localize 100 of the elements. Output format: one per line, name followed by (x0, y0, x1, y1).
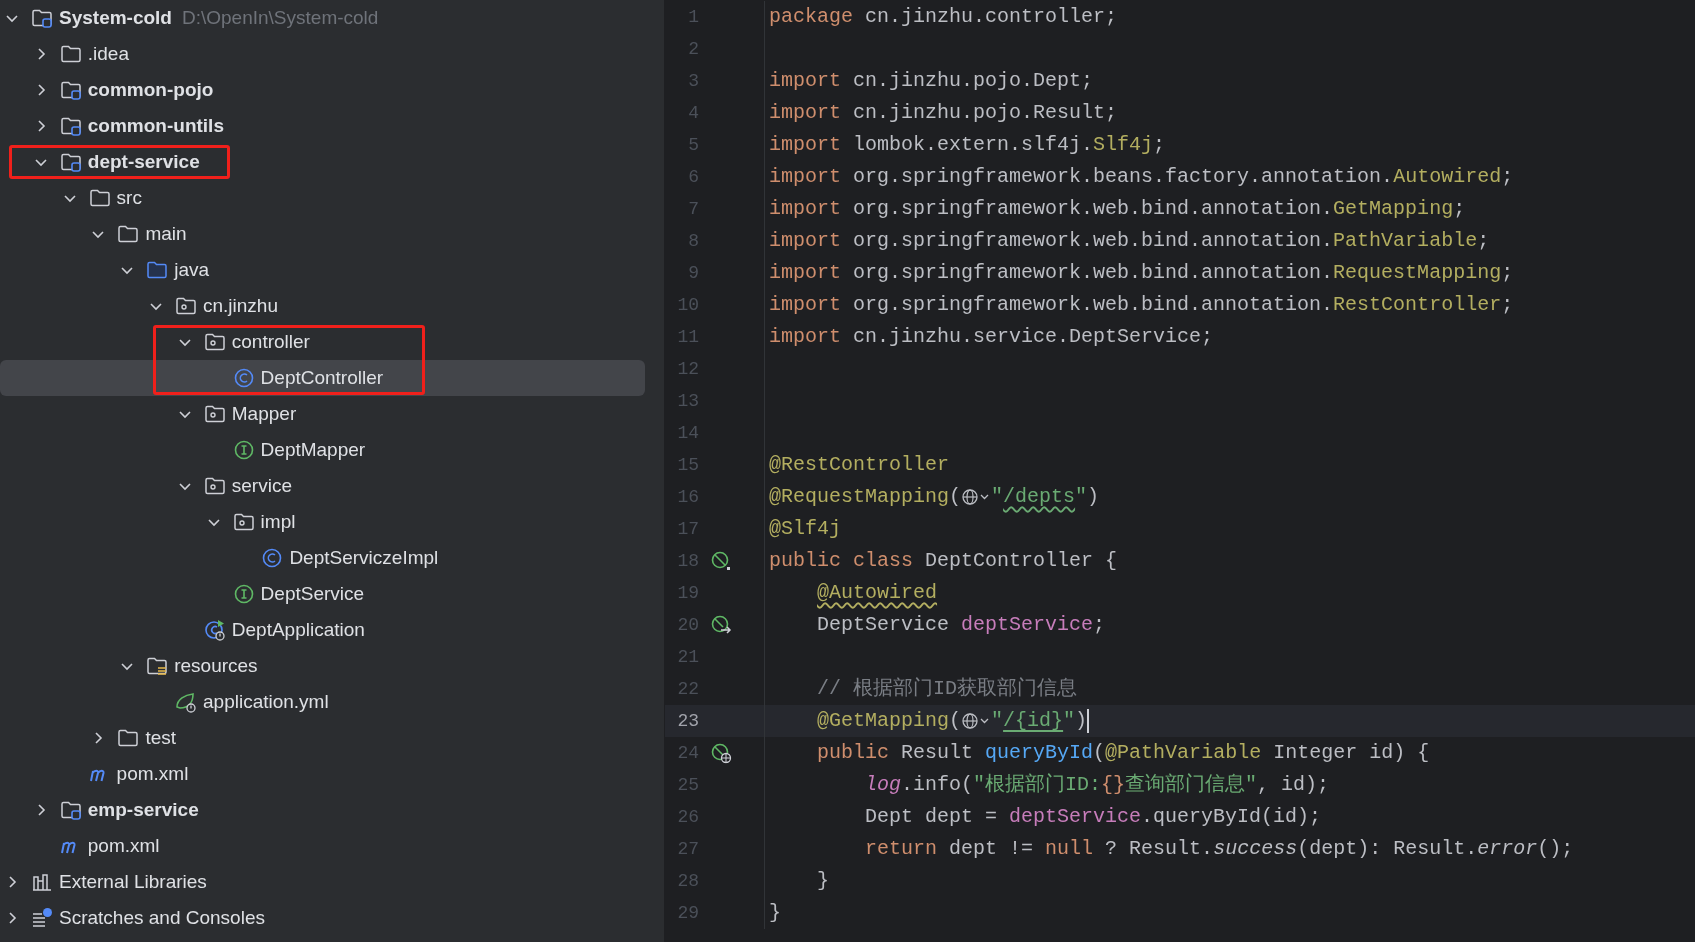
folder-icon (59, 43, 82, 65)
tree-item[interactable]: DeptServiczeImpl (0, 540, 645, 576)
code-token: @PathVariable (1105, 741, 1262, 764)
tree-item[interactable]: main (0, 216, 645, 252)
code-token: ? Result. (1105, 837, 1214, 860)
tree-item[interactable]: controller (0, 324, 645, 360)
code-token: import (769, 69, 841, 92)
code-token: null (1045, 837, 1094, 860)
code-token: org.springframework.web.bind.annotation. (853, 229, 1334, 252)
source-folder-icon (146, 259, 169, 281)
code-token: error (1477, 837, 1538, 860)
tree-item[interactable]: pom.xml (0, 756, 645, 792)
code-token: ( (949, 485, 962, 508)
code-token: 查询部门信息" (1125, 773, 1258, 796)
tree-item[interactable]: java (0, 252, 645, 288)
code-token: import (769, 165, 841, 188)
code-token: dept != (949, 837, 1035, 860)
tree-item[interactable]: DeptMapper (0, 432, 645, 468)
interface-icon (232, 583, 255, 605)
code-token: import (769, 197, 841, 220)
tree-item[interactable]: cn.jinzhu (0, 288, 645, 324)
code-token: Slf4j (1093, 133, 1154, 156)
code-token: DeptController { (925, 549, 1118, 572)
scratches-icon (31, 907, 53, 929)
tree-item[interactable]: resources (0, 648, 645, 684)
code-token: cn.jinzhu.pojo.Dept; (853, 69, 1094, 92)
tree-item[interactable]: External Libraries (0, 864, 645, 900)
code-token: return (865, 837, 938, 860)
code-token: Dept dept = (865, 805, 999, 828)
code-token: @RequestMapping (769, 485, 950, 508)
tree-item[interactable]: service (0, 468, 645, 504)
code-token: ; (1453, 197, 1466, 220)
endpoint-globe-icon[interactable] (710, 742, 732, 764)
code-token: // 根据部门ID获取部门信息 (817, 677, 1078, 700)
code-token: ; (1153, 133, 1166, 156)
code-token: Integer id) { (1273, 741, 1430, 764)
tree-item[interactable]: common-pojo (0, 72, 645, 108)
package-folder-icon (203, 331, 226, 353)
tree-item[interactable]: DeptController (0, 360, 645, 396)
tree-item[interactable]: emp-service (0, 792, 645, 828)
tree-item[interactable]: dept-service (0, 144, 645, 180)
tree-item[interactable]: System-cold D:\OpenIn\System-cold (0, 0, 645, 36)
application-class-icon (203, 619, 226, 641)
autowired-bean-icon[interactable] (710, 614, 732, 636)
code-token: DeptService (817, 613, 951, 636)
code-token: } (769, 901, 781, 924)
code-token: /depts (1003, 485, 1076, 508)
code-token: RequestMapping (1333, 261, 1502, 284)
code-token: cn.jinzhu.service.DeptService; (853, 325, 1214, 348)
code-token: ; (1501, 261, 1514, 284)
package-folder-icon (203, 403, 226, 425)
code-token: org.springframework.web.bind.annotation. (853, 197, 1334, 220)
code-token: package (769, 5, 853, 28)
tree-item[interactable]: impl (0, 504, 645, 540)
bean-icon[interactable] (710, 550, 732, 572)
tree-item[interactable]: Scratches and Consoles (0, 900, 645, 936)
code-token: ) (1087, 485, 1100, 508)
code-token: org.springframework.web.bind.annotation. (853, 261, 1334, 284)
code-token: deptService (1009, 805, 1142, 828)
code-token: queryById (985, 741, 1094, 764)
code-token: ) (1075, 709, 1088, 732)
line-number: 23 (676, 709, 699, 733)
tree-item[interactable]: common-untils (0, 108, 645, 144)
tree-item[interactable]: DeptApplication (0, 612, 645, 648)
code-token: @RestController (769, 453, 950, 476)
code-token: " (991, 485, 1004, 508)
tree-item[interactable]: .idea (0, 36, 645, 72)
module-folder-icon (59, 79, 82, 101)
code-token: } (817, 869, 830, 892)
code-token: .info( (901, 773, 974, 796)
folder-icon (88, 187, 111, 209)
package-folder-icon (175, 295, 197, 317)
code-token: (dept): Result. (1297, 837, 1478, 860)
code-token: .queryById(id); (1141, 805, 1322, 828)
code-token: " (991, 709, 1004, 732)
folder-icon (117, 727, 140, 749)
module-folder-icon (59, 115, 82, 137)
code-token: import (769, 261, 841, 284)
code-token: public (817, 741, 890, 764)
folder-icon (117, 223, 140, 245)
code-token: (); (1537, 837, 1574, 860)
tree-item[interactable]: application.yml (0, 684, 645, 720)
module-folder-icon (59, 799, 82, 821)
code-token: ; (1477, 229, 1490, 252)
code-token: public class (769, 549, 914, 572)
code-token: ; (1501, 165, 1514, 188)
tree-item[interactable]: DeptService (0, 576, 645, 612)
code-token: RestController (1333, 293, 1502, 316)
tree-item[interactable]: src (0, 180, 645, 216)
code-token: ( (949, 709, 962, 732)
module-folder-icon (31, 7, 53, 29)
libraries-icon (31, 871, 53, 893)
package-folder-icon (203, 475, 226, 497)
code-token: " (1063, 709, 1076, 732)
tree-item[interactable]: pom.xml (0, 828, 645, 864)
code-token: "根据部门ID: (973, 773, 1102, 796)
code-token: cn.jinzhu.controller; (865, 5, 1118, 28)
tree-item[interactable]: test (0, 720, 645, 756)
code-token: import (769, 229, 841, 252)
tree-item[interactable]: Mapper (0, 396, 645, 432)
